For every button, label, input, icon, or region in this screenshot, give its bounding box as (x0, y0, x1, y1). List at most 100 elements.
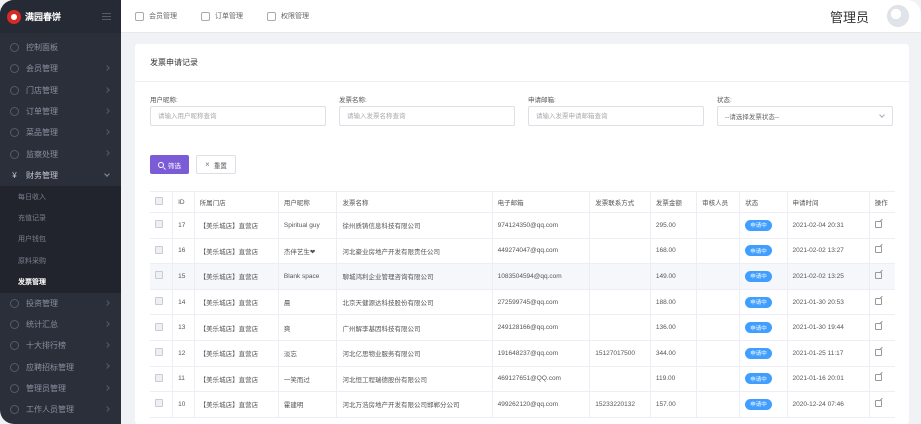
cell-store: 【美乐城店】直营店 (194, 340, 279, 367)
cell-auditor (696, 238, 741, 265)
cell-phone: 15233220132 (589, 391, 651, 418)
sidebar-item-orders[interactable]: 订单管理 (0, 101, 121, 122)
sidebar-subitem-invoices[interactable]: 发票管理 (0, 271, 121, 293)
sidebar-item-dishes[interactable]: 菜品管理 (0, 122, 121, 143)
chevron-down-icon (879, 112, 885, 118)
cell-phone (589, 212, 651, 239)
cell-nick: 淡忘 (278, 340, 338, 367)
checkbox[interactable] (155, 271, 163, 280)
column-header: ID (172, 191, 195, 213)
cell-invoice: 徐州质铸信息科技有限公司 (336, 212, 493, 239)
cell-amount: 295.00 (650, 212, 698, 239)
yen-icon: ¥ (12, 170, 17, 180)
edit-icon[interactable] (874, 220, 882, 228)
sidebar-item-members[interactable]: 会员管理 (0, 58, 121, 79)
table-row[interactable]: 14 【美乐城店】直营店 晨 北京天健源达科技股份有限公司 272599745@… (150, 289, 895, 316)
sidebar-subitem-purchase[interactable]: 原料采购 (0, 249, 121, 272)
column-header: 申请时间 (787, 191, 870, 213)
order-icon (201, 11, 210, 21)
sidebar-item-investment[interactable]: 投资管理 (0, 293, 121, 314)
table-row[interactable]: 13 【美乐城店】直营店 爽 广州解李基因科技有限公司 249128166@qq… (150, 314, 895, 341)
email-input[interactable] (528, 106, 704, 126)
cell-auditor (696, 366, 741, 393)
table-header-row: ID 所属门店 用户昵称 发票名称 电子邮箱 发票联系方式 发票金额 审核人员 … (150, 191, 895, 213)
edit-icon[interactable] (874, 399, 882, 407)
cell-invoice: 河北豪业房地产开发有限责任公司 (336, 238, 493, 265)
admin-label[interactable]: 管理员 (830, 7, 869, 26)
cell-nick: 爽 (278, 314, 338, 341)
checkbox[interactable] (155, 245, 163, 254)
cell-auditor (696, 340, 741, 367)
sidebar-item-stores[interactable]: 门店管理 (0, 80, 121, 101)
cell-email: 469127651@QQ.com (492, 366, 591, 393)
sidebar-item-finance[interactable]: ¥ 财务管理 (0, 165, 121, 186)
sidebar-subitem-recharge[interactable]: 充值记录 (0, 207, 121, 229)
select-all-cell[interactable] (150, 191, 174, 213)
chevron-right-icon (104, 65, 110, 72)
checkbox[interactable] (155, 197, 163, 205)
avatar[interactable] (887, 5, 909, 27)
user-nick-input[interactable] (150, 106, 326, 126)
sidebar-item-inspection[interactable]: 监察处理 (0, 143, 121, 164)
cell-nick: Blank space (278, 263, 338, 290)
edit-icon[interactable] (874, 374, 882, 382)
cell-auditor (696, 314, 741, 341)
column-header: 所属门店 (194, 191, 279, 213)
edit-icon[interactable] (874, 246, 882, 254)
checkbox[interactable] (155, 399, 163, 408)
status-badge: 申请中 (745, 373, 772, 385)
top-header: 会员管理 订单管理 权限管理 管理员 (121, 0, 921, 33)
table-row[interactable]: 17 【美乐城店】直营店 Spiritual guy 徐州质铸信息科技有限公司 … (150, 212, 895, 239)
column-header: 审核人员 (696, 191, 741, 213)
sidebar-item-dashboard[interactable]: 控制面板 (0, 37, 121, 58)
checkbox[interactable] (155, 373, 163, 382)
reset-button[interactable]: × 重置 (196, 155, 236, 174)
sidebar-item-staff[interactable]: 工作人员管理 (0, 399, 121, 420)
cell-amount: 168.00 (650, 238, 698, 265)
edit-icon[interactable] (874, 297, 882, 305)
cell-invoice: 河北恒工程瑞德股份有限公司 (336, 366, 493, 393)
table-row[interactable]: 11 【美乐城店】直营店 一笑而过 河北恒工程瑞德股份有限公司 46912765… (150, 366, 895, 393)
invoice-table: ID 所属门店 用户昵称 发票名称 电子邮箱 发票联系方式 发票金额 审核人员 … (150, 191, 895, 418)
header-tab-members[interactable]: 会员管理 (135, 11, 177, 21)
menu-toggle-icon[interactable] (102, 13, 111, 20)
table-row[interactable]: 12 【美乐城店】直营店 淡忘 河北亿思物业服务有限公司 191648237@q… (150, 340, 895, 367)
cell-time: 2021-02-02 13:25 (787, 263, 870, 290)
edit-icon[interactable] (874, 348, 882, 356)
header-tab-orders[interactable]: 订单管理 (201, 11, 243, 21)
sidebar-item-admins[interactable]: 管理员管理 (0, 378, 121, 399)
sidebar-item-recruitment[interactable]: 应聘招标管理 (0, 356, 121, 377)
cell-store: 【美乐城店】直营店 (194, 212, 279, 239)
header-tab-permissions[interactable]: 权限管理 (267, 11, 309, 21)
status-select[interactable]: --请选择发票状态-- (717, 106, 893, 126)
sidebar-item-top10[interactable]: 十大排行榜 (0, 335, 121, 356)
table-row[interactable]: 10 【美乐城店】直营店 霍建明 河北万浩房地产开发有限公司邯郸分公司 4992… (150, 391, 895, 418)
sidebar-subitem-wallet[interactable]: 用户钱包 (0, 228, 121, 250)
table-row[interactable]: 15 【美乐城店】直营店 Blank space 聊城鸿利企业管理咨询有限公司 … (150, 263, 895, 290)
edit-icon[interactable] (874, 323, 882, 331)
status-badge: 申请中 (745, 322, 772, 334)
cell-invoice: 北京天健源达科技股份有限公司 (336, 289, 493, 316)
filter-status: 状态: --请选择发票状态-- (717, 94, 893, 126)
filter-button[interactable]: 筛选 (150, 155, 189, 174)
column-header: 发票联系方式 (589, 191, 651, 213)
table-row[interactable]: 16 【美乐城店】直营店 杰伴艺生❤ 河北豪业房地产开发有限责任公司 44927… (150, 238, 895, 265)
cell-amount: 136.00 (650, 314, 698, 341)
sidebar-subitem-daily-income[interactable]: 每日收入 (0, 186, 121, 208)
cell-id: 13 (172, 314, 195, 341)
checkbox[interactable] (155, 297, 163, 306)
cell-id: 14 (172, 289, 195, 316)
cell-nick: 一笑而过 (278, 366, 338, 393)
checkbox[interactable] (155, 348, 163, 357)
chevron-right-icon (104, 129, 110, 136)
chevron-right-icon (104, 299, 110, 306)
sidebar-item-statistics[interactable]: 统计汇总 (0, 314, 121, 335)
chevron-right-icon (104, 321, 110, 327)
status-badge: 申请中 (745, 219, 772, 231)
cell-store: 【美乐城店】直营店 (194, 263, 279, 290)
checkbox[interactable] (155, 220, 163, 229)
edit-icon[interactable] (874, 271, 882, 279)
column-header: 电子邮箱 (492, 191, 591, 213)
checkbox[interactable] (155, 322, 163, 331)
invoice-name-input[interactable] (339, 106, 515, 126)
